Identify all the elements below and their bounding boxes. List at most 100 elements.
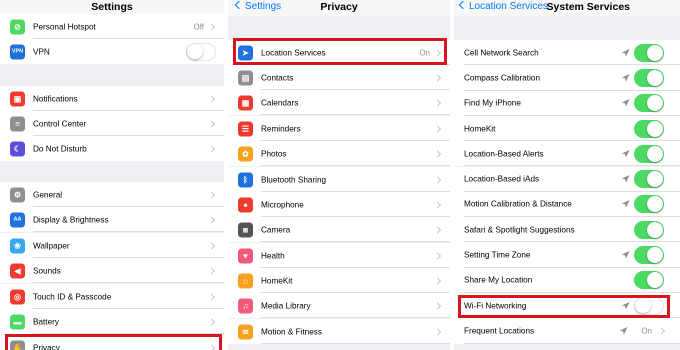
row-motion-and-fitness[interactable]: ≋ Motion & Fitness (228, 319, 450, 345)
row-label: Cell Network Search (464, 48, 539, 58)
chevron-right-icon (433, 74, 442, 82)
row-control-center[interactable]: ≡ Control Center (0, 111, 224, 137)
row-reminders[interactable]: ☰ Reminders (228, 116, 450, 142)
fingerprint-icon: ◎ (10, 289, 25, 305)
row-compass-calibration[interactable]: Compass Calibration (454, 65, 680, 91)
location-arrow-icon (621, 250, 630, 259)
row-motion-calibration-and-distance[interactable]: Motion Calibration & Distance (454, 191, 680, 218)
toggle-switch[interactable] (634, 170, 664, 189)
row-label: Share My Location (464, 275, 533, 285)
switch-knob (647, 247, 663, 264)
bluetooth-icon: ᛒ (238, 172, 253, 188)
row-wallpaper[interactable]: ❀ Wallpaper (0, 233, 224, 259)
toggle-switch[interactable] (634, 271, 664, 290)
hand-icon: ✋ (10, 340, 25, 350)
row-bluetooth-sharing[interactable]: ᛒ Bluetooth Sharing (228, 167, 450, 193)
contacts-icon: ▤ (238, 70, 253, 86)
row-label: VPN (33, 47, 50, 57)
toggle-switch[interactable] (634, 220, 664, 239)
row-battery[interactable]: ▬ Battery (0, 309, 224, 335)
row-touch-id-and-passcode[interactable]: ◎ Touch ID & Passcode (0, 284, 224, 310)
toggle-switch[interactable] (634, 43, 664, 62)
row-frequent-locations[interactable]: Frequent Locations On (454, 318, 680, 344)
gear-icon: ⚙ (10, 187, 25, 203)
row-microphone[interactable]: ● Microphone (228, 192, 450, 218)
chevron-right-icon (207, 23, 216, 31)
row-health[interactable]: ♥ Health (228, 243, 450, 269)
display-icon: AA (10, 212, 25, 228)
row-vpn[interactable]: VPN VPN (0, 39, 224, 65)
toggle-switch[interactable] (634, 94, 664, 113)
row-find-my-iphone[interactable]: Find My iPhone (454, 90, 680, 116)
row-label: HomeKit (261, 276, 293, 286)
row-homekit[interactable]: ⌂ HomeKit (228, 268, 450, 294)
chevron-right-icon (433, 49, 442, 57)
row-setting-time-zone[interactable]: Setting Time Zone (454, 242, 680, 268)
row-location-based-iads[interactable]: Location-Based iAds (454, 166, 680, 192)
row-share-my-location[interactable]: Share My Location (454, 267, 680, 293)
row-photos[interactable]: ✿ Photos (228, 141, 450, 167)
row-calendars[interactable]: ▦ Calendars (228, 90, 450, 116)
switch-knob (647, 171, 663, 188)
row-sounds[interactable]: ◀ Sounds (0, 258, 224, 284)
row-general[interactable]: ⚙ General (0, 182, 224, 208)
vpn-icon: VPN (10, 44, 25, 60)
toggle-switch[interactable] (634, 296, 664, 315)
row-label: Frequent Locations (464, 326, 535, 336)
row-camera[interactable]: ◙ Camera (228, 217, 450, 243)
chevron-right-icon (433, 150, 442, 158)
privacy-screen: Settings Privacy ➤ Location Services On ▤ Co… (228, 0, 450, 350)
row-notifications[interactable]: ▣ Notifications (0, 86, 224, 112)
row-label: Control Center (33, 119, 87, 129)
row-contacts[interactable]: ▤ Contacts (228, 65, 450, 91)
row-label: Bluetooth Sharing (261, 175, 327, 185)
switch-knob (647, 44, 663, 61)
row-label: Microphone (261, 200, 304, 210)
row-homekit[interactable]: HomeKit (454, 115, 680, 142)
toggle-switch[interactable] (634, 68, 664, 87)
row-label: Health (261, 251, 285, 261)
row-separator (464, 342, 680, 344)
row-label: Calendars (261, 98, 299, 108)
row-separator (261, 343, 450, 345)
chevron-right-icon (207, 95, 216, 103)
chevron-right-icon (207, 145, 216, 153)
location-arrow-icon (621, 73, 630, 82)
row-personal-hotspot[interactable]: ⊘ Personal Hotspot Off (0, 14, 224, 40)
row-wi-fi-networking[interactable]: Wi-Fi Networking (454, 293, 680, 319)
chevron-right-icon (433, 277, 442, 285)
row-do-not-disturb[interactable]: ☾ Do Not Disturb (0, 136, 224, 162)
camera-icon: ◙ (238, 222, 253, 238)
location-arrow-icon (619, 326, 628, 335)
back-to-location-services-button[interactable]: Location Services (458, 0, 548, 12)
row-label: Motion & Fitness (261, 327, 322, 337)
toggle-switch[interactable] (634, 144, 664, 163)
row-display-and-brightness[interactable]: AA Display & Brightness (0, 207, 224, 233)
toggle-switch[interactable] (634, 246, 664, 265)
row-label: Contacts (261, 73, 294, 83)
hotspot-icon: ⊘ (10, 19, 25, 35)
row-label: Display & Brightness (33, 215, 109, 225)
chevron-right-icon (207, 293, 216, 301)
row-location-services[interactable]: ➤ Location Services On (228, 40, 450, 66)
row-privacy[interactable]: ✋ Privacy (0, 335, 224, 350)
location-arrow-icon (621, 48, 630, 57)
toggle-switch[interactable] (634, 119, 664, 138)
row-cell-network-search[interactable]: Cell Network Search (454, 40, 680, 66)
row-label: Photos (261, 149, 287, 159)
chevron-right-icon (207, 120, 216, 128)
chevron-right-icon (207, 344, 216, 350)
row-safari-and-spotlight-suggestions[interactable]: Safari & Spotlight Suggestions (454, 217, 680, 243)
homekit-icon: ⌂ (238, 273, 253, 289)
chevron-right-icon (207, 242, 216, 250)
row-media-library[interactable]: ♫ Media Library (228, 293, 450, 319)
toggle-switch[interactable] (634, 195, 664, 214)
back-label: Location Services (469, 1, 548, 12)
row-location-based-alerts[interactable]: Location-Based Alerts (454, 141, 680, 167)
wallpaper-icon: ❀ (10, 238, 25, 254)
row-label: Personal Hotspot (33, 22, 96, 32)
row-label: Touch ID & Passcode (33, 292, 112, 302)
toggle-switch[interactable] (186, 42, 216, 61)
health-icon: ♥ (238, 248, 253, 264)
moon-icon: ☾ (10, 141, 25, 157)
